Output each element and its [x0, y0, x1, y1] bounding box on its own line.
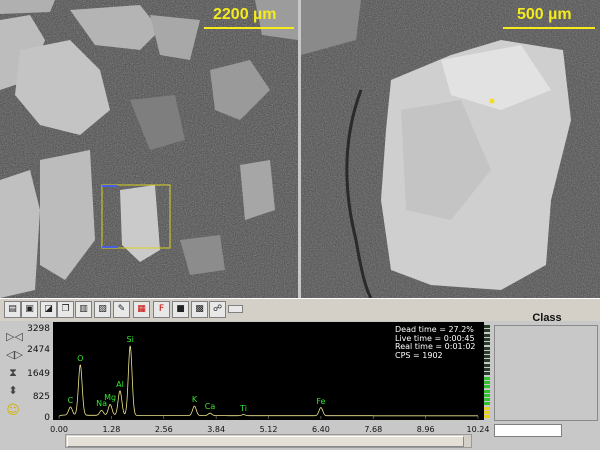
x-tick-label: 5.12 [259, 425, 278, 434]
meter-segment [484, 342, 490, 346]
y-tick-label: 825 [32, 392, 50, 402]
peak-label-fe: Fe [316, 396, 326, 406]
x-tick-label: 2.56 [154, 425, 173, 434]
peak-label-c: C [67, 395, 74, 405]
zoom-out-x-icon[interactable]: ◁▷ [6, 348, 23, 362]
scale-label-left: 2200 µm [213, 6, 277, 23]
peak-label-mg: Mg [104, 393, 117, 403]
meter-segment [484, 329, 490, 333]
y-tick-label: 0 [44, 413, 50, 423]
peak-label-si: Si [126, 334, 134, 344]
grid-icon[interactable]: ▩ [191, 301, 208, 318]
sem-image-right[interactable]: 500 µm [301, 0, 600, 298]
x-tick-label: 0.00 [50, 425, 68, 434]
x-tick-label: 1.28 [102, 425, 121, 434]
meter-segment [484, 389, 490, 393]
peak-label-ti: Ti [240, 403, 247, 413]
scale-bar-left [204, 27, 294, 29]
class-title: Class [532, 312, 562, 324]
count-rate-meter [484, 325, 490, 420]
peak-label-k: K [191, 395, 198, 405]
sem-right-texture [301, 0, 600, 298]
sem-image-left[interactable]: 2200 µm [0, 0, 298, 298]
print-icon[interactable]: ▥ [75, 301, 92, 318]
meter-segment [484, 333, 490, 337]
x-tick-label: 10.24 [466, 425, 490, 434]
open-icon[interactable]: ▤ [4, 301, 21, 318]
zoom-in-x-icon[interactable]: ▷◁ [6, 330, 23, 344]
folder-icon[interactable]: ▧ [94, 301, 111, 318]
peak-label-o: O [77, 353, 84, 363]
x-tick-label: 6.40 [311, 425, 330, 434]
zoom-in-y-icon[interactable]: ⧗ [6, 366, 20, 380]
flag-icon[interactable]: F [153, 301, 170, 318]
meter-segment [484, 411, 490, 414]
spectrum-scrollbar[interactable] [65, 434, 472, 448]
edit-icon[interactable]: ✎ [113, 301, 130, 318]
y-tick-label: 3298 [27, 324, 50, 334]
zoom-out-y-icon[interactable]: ⬍ [6, 384, 20, 398]
cps: CPS = 1902 [395, 350, 443, 360]
meter-segment [484, 350, 490, 354]
acquisition-stats: Dead time = 27.2% Live time = 0:00:45 Re… [395, 325, 476, 360]
meter-segment [484, 393, 490, 397]
scale-label-right: 500 µm [517, 6, 572, 23]
copy-icon[interactable]: ❐ [57, 301, 74, 318]
x-tick-label: 8.96 [416, 425, 435, 434]
y-tick-label: 1649 [27, 369, 50, 379]
meter-segment [484, 355, 490, 359]
meter-segment [484, 380, 490, 384]
meter-segment [484, 325, 490, 328]
class-list[interactable] [494, 325, 598, 421]
report-icon[interactable]: ▦ [133, 301, 150, 318]
print-preview-icon[interactable]: ◪ [40, 301, 57, 318]
stop-icon[interactable]: ■ [172, 301, 189, 318]
meter-segment [484, 346, 490, 350]
meter-segment [484, 359, 490, 363]
analysis-point[interactable] [489, 98, 495, 104]
meter-segment [484, 337, 490, 341]
meter-segment [484, 372, 490, 376]
x-tick-label: 7.68 [364, 425, 383, 434]
class-input[interactable] [494, 424, 562, 437]
scale-bar-right [503, 27, 595, 29]
save-icon[interactable]: ▣ [21, 301, 38, 318]
meter-segment [484, 368, 490, 371]
meter-segment [484, 406, 490, 410]
meter-segment [484, 415, 490, 419]
y-tick-label: 2474 [27, 345, 50, 355]
meter-segment [484, 376, 490, 380]
smiley-icon[interactable]: ☺ [6, 404, 20, 418]
meter-segment [484, 363, 490, 367]
meter-segment [484, 402, 490, 406]
sem-left-texture [0, 0, 298, 298]
x-tick-label: 3.84 [207, 425, 226, 434]
network-icon[interactable]: ☍ [209, 301, 226, 318]
meter-segment [484, 385, 490, 389]
peak-label-al: Al [116, 379, 124, 389]
blank-icon[interactable] [228, 305, 243, 313]
class-panel: Class [494, 312, 600, 421]
peak-label-ca: Ca [204, 402, 216, 412]
meter-segment [484, 398, 490, 402]
spectrum-zoom-controls: ▷◁ ◁▷ ⧗ ⬍ ☺ [0, 320, 26, 450]
scrollbar-thumb[interactable] [67, 436, 464, 447]
